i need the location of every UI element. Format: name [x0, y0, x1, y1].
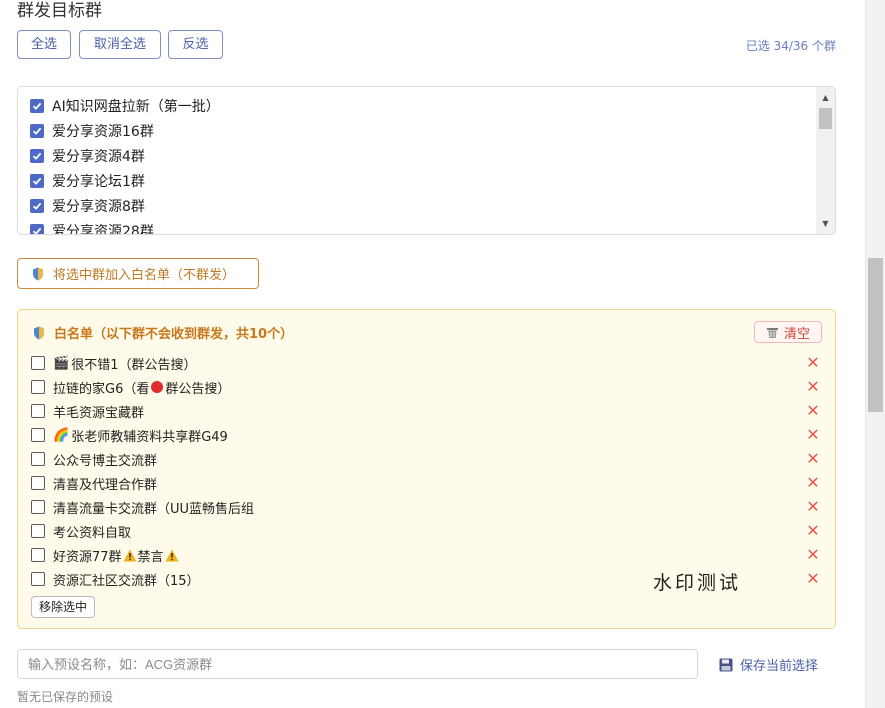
trash-icon: [766, 327, 778, 338]
remove-item-icon[interactable]: ✕: [806, 571, 820, 587]
scroll-down-arrow-icon[interactable]: ▼: [816, 215, 835, 232]
page-scroll-thumb[interactable]: [868, 258, 883, 412]
checkbox-checked[interactable]: [30, 199, 44, 213]
checkbox-checked[interactable]: [30, 174, 44, 188]
whitelist-item-label: 资源汇社区交流群（15）: [53, 573, 200, 589]
select-all-button[interactable]: 全选: [17, 30, 71, 59]
add-to-whitelist-button[interactable]: 将选中群加入白名单（不群发）: [17, 258, 259, 289]
save-selection-button[interactable]: 保存当前选择: [719, 655, 818, 674]
whitelist-item[interactable]: 羊毛资源宝藏群: [31, 400, 144, 422]
remove-item-icon[interactable]: ✕: [806, 475, 820, 491]
group-label: 爱分享资源16群: [52, 124, 154, 140]
whitelist-item[interactable]: 考公资料自取: [31, 520, 131, 542]
whitelist-item[interactable]: 清喜流量卡交流群（UU蓝畅售后组: [31, 496, 254, 518]
no-preset-text: 暂无已保存的预设: [17, 690, 114, 704]
save-selection-label: 保存当前选择: [740, 659, 819, 674]
add-to-whitelist-label: 将选中群加入白名单（不群发）: [53, 268, 236, 283]
group-label: 爱分享资源4群: [52, 149, 145, 165]
whitelist-item-label: 拉链的家G6（看: [53, 381, 150, 397]
whitelist-title-text: 白名单（以下群不会收到群发，共10个）: [54, 327, 294, 342]
shield-icon: [34, 326, 44, 339]
rainbow-icon: 🌈: [53, 427, 70, 443]
checkbox-checked[interactable]: [30, 149, 44, 163]
checkbox[interactable]: [31, 476, 45, 490]
group-list-item[interactable]: 爱分享资源4群: [30, 145, 145, 167]
floppy-disk-icon: [719, 658, 733, 671]
invert-selection-button[interactable]: 反选: [168, 30, 223, 59]
shield-icon: [33, 267, 43, 280]
watermark-text: 水印测试: [653, 572, 742, 594]
group-list-item[interactable]: 爱分享资源16群: [30, 120, 154, 142]
checkbox[interactable]: [31, 524, 45, 538]
group-list-item[interactable]: 爱分享论坛1群: [30, 170, 145, 192]
whitelist-item[interactable]: 🎬 很不错1（群公告搜）: [31, 352, 196, 374]
checkbox[interactable]: [31, 452, 45, 466]
whitelist-item[interactable]: 拉链的家G6（看 群公告搜）: [31, 376, 230, 398]
warning-icon: [165, 549, 179, 561]
clear-label: 清空: [783, 326, 810, 342]
remove-item-icon[interactable]: ✕: [806, 523, 820, 539]
whitelist-item-label: 很不错1（群公告搜）: [71, 357, 197, 373]
checkbox-checked[interactable]: [30, 99, 44, 113]
remove-selected-button[interactable]: 移除选中: [31, 596, 96, 618]
checkbox[interactable]: [31, 548, 45, 562]
group-label: 爱分享资源28群: [52, 224, 154, 235]
group-label: 爱分享资源8群: [52, 199, 145, 215]
remove-item-icon[interactable]: ✕: [806, 403, 820, 419]
group-list-scroll-thumb[interactable]: [819, 108, 832, 129]
group-list-scrollbar[interactable]: ▲ ▼: [816, 87, 835, 234]
group-list[interactable]: AI知识网盘拉新（第一批） 爱分享资源16群 爱分享资源4群 爱分享论坛1群 爱…: [17, 86, 836, 235]
preset-name-input[interactable]: [17, 649, 698, 679]
scroll-up-arrow-icon[interactable]: ▲: [816, 89, 835, 106]
page-scrollbar[interactable]: [866, 0, 885, 708]
whitelist-item[interactable]: 好资源77群 禁言: [31, 544, 179, 566]
red-circle-icon: [151, 381, 164, 393]
checkbox[interactable]: [31, 572, 45, 586]
remove-item-icon[interactable]: ✕: [806, 379, 820, 395]
checkbox[interactable]: [31, 428, 45, 442]
remove-item-icon[interactable]: ✕: [806, 427, 820, 443]
whitelist-item[interactable]: 清喜及代理合作群: [31, 472, 157, 494]
remove-item-icon[interactable]: ✕: [806, 355, 820, 371]
page-title: 群发目标群: [17, 1, 102, 21]
whitelist-title: 白名单（以下群不会收到群发，共10个）: [33, 323, 293, 342]
selected-count: 已选 34/36 个群: [745, 39, 836, 53]
group-label: 爱分享论坛1群: [52, 174, 145, 190]
whitelist-item-label-suffix: 禁言: [137, 549, 164, 565]
remove-item-icon[interactable]: ✕: [806, 499, 820, 515]
whitelist-item-label: 公众号博主交流群: [53, 453, 158, 469]
clear-whitelist-button[interactable]: 清空: [754, 321, 822, 343]
warning-icon: [123, 549, 137, 561]
whitelist-item-label: 好资源77群: [53, 549, 122, 565]
whitelist-item-label-suffix: 群公告搜）: [165, 381, 231, 397]
remove-item-icon[interactable]: ✕: [806, 547, 820, 563]
whitelist-item-label: 羊毛资源宝藏群: [53, 405, 145, 421]
group-list-item[interactable]: 爱分享资源28群: [30, 220, 154, 235]
checkbox[interactable]: [31, 500, 45, 514]
checkbox[interactable]: [31, 356, 45, 370]
deselect-all-button[interactable]: 取消全选: [79, 30, 161, 59]
group-list-item[interactable]: 爱分享资源8群: [30, 195, 145, 217]
checkbox[interactable]: [31, 404, 45, 418]
whitelist-item-label: 考公资料自取: [53, 525, 132, 541]
whitelist-item[interactable]: 资源汇社区交流群（15）: [31, 568, 200, 590]
whitelist-item[interactable]: 🌈 张老师教辅资料共享群G49: [31, 424, 228, 446]
clapperboard-icon: 🎬: [53, 355, 70, 371]
whitelist-item-label: 清喜及代理合作群: [53, 477, 158, 493]
whitelist-item-label: 清喜流量卡交流群（UU蓝畅售后组: [53, 501, 255, 517]
group-label: AI知识网盘拉新（第一批）: [52, 99, 220, 115]
remove-item-icon[interactable]: ✕: [806, 451, 820, 467]
checkbox-checked[interactable]: [30, 224, 44, 234]
group-list-item[interactable]: AI知识网盘拉新（第一批）: [30, 95, 220, 117]
whitelist-item[interactable]: 公众号博主交流群: [31, 448, 157, 470]
checkbox-checked[interactable]: [30, 124, 44, 138]
checkbox[interactable]: [31, 380, 45, 394]
whitelist-item-label: 张老师教辅资料共享群G49: [71, 429, 228, 445]
